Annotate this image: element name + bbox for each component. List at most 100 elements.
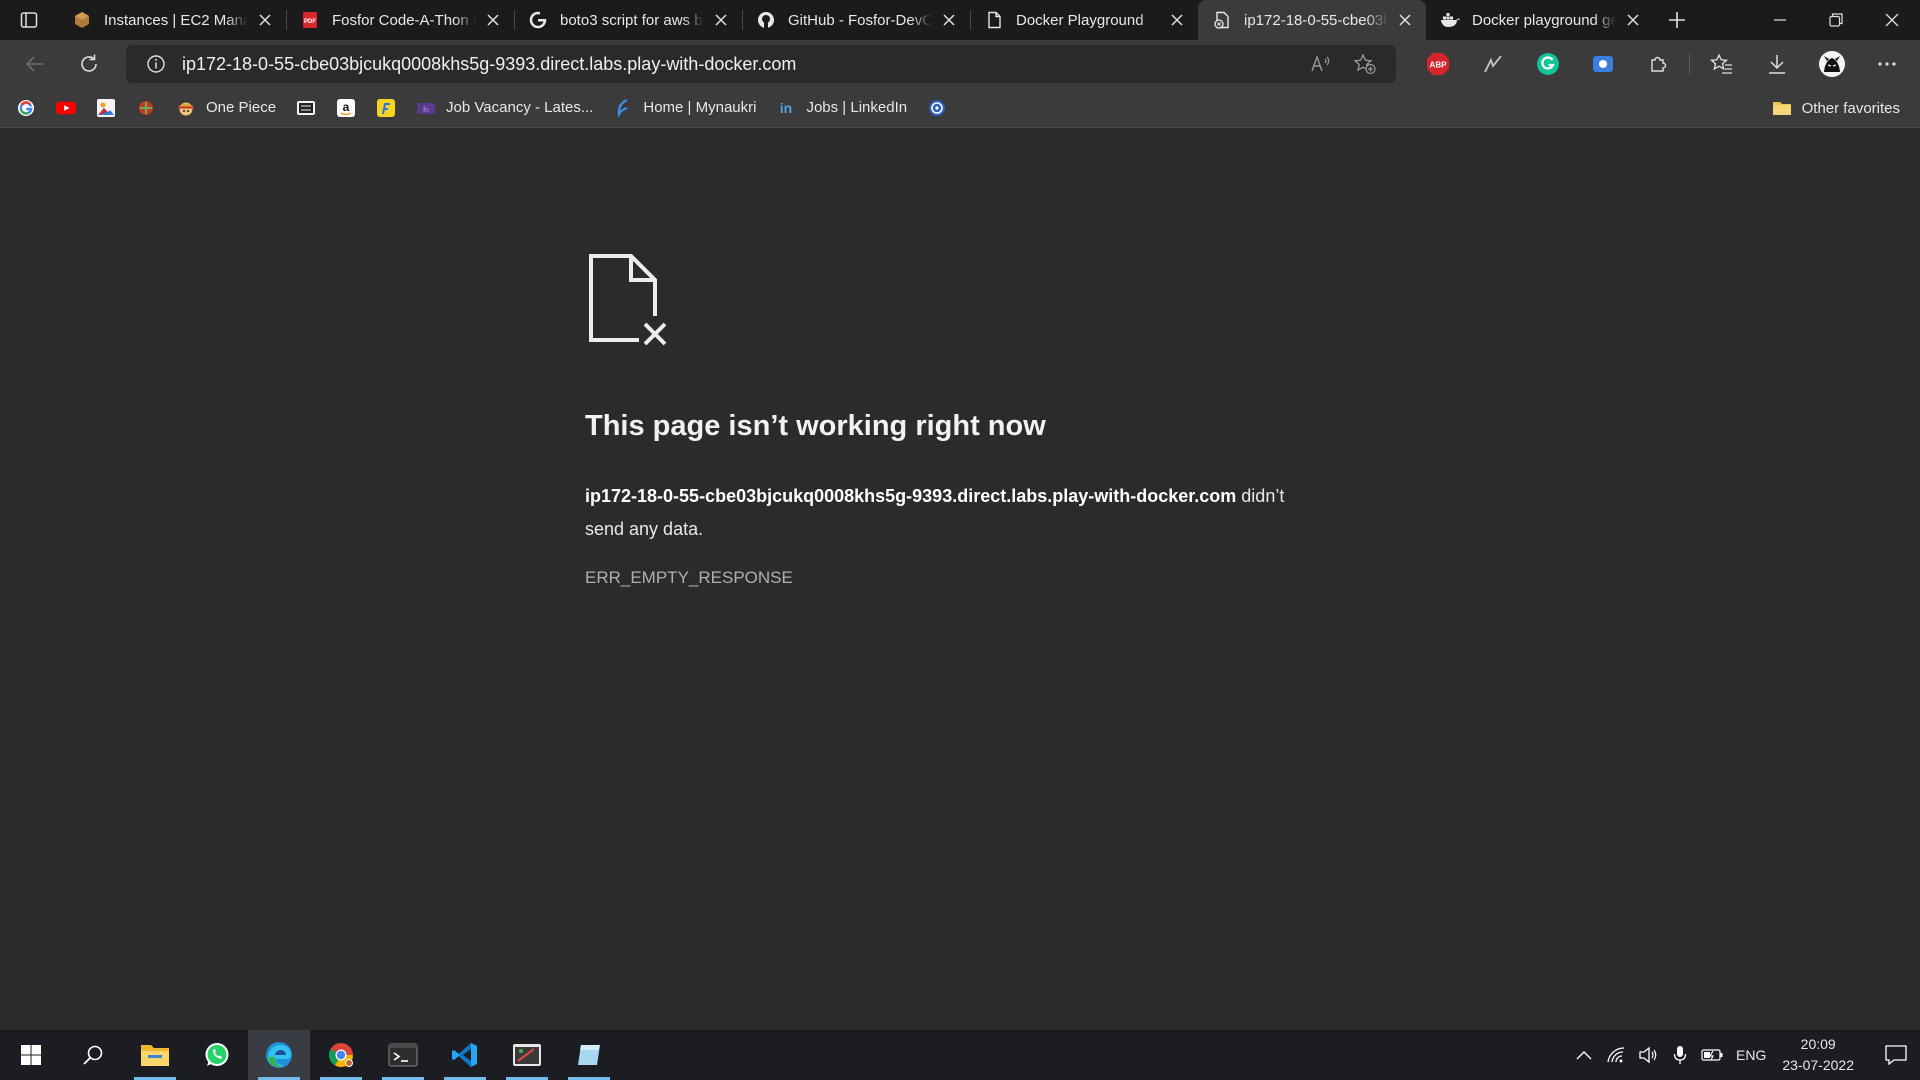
taskbar-terminal[interactable] (372, 1030, 434, 1080)
taskbar-edge[interactable] (248, 1030, 310, 1080)
edge-icon (266, 1042, 292, 1068)
close-icon[interactable] (938, 9, 960, 31)
site-icon (136, 98, 156, 118)
battery-button[interactable] (1696, 1030, 1728, 1080)
chrome-icon (328, 1043, 353, 1068)
clock-time: 20:09 (1800, 1036, 1836, 1052)
sticky-app-icon (578, 1045, 600, 1065)
address-bar[interactable]: ip172-18-0-55-cbe03bjcukq0008khs5g-9393.… (126, 45, 1396, 83)
tab-strip-spacer[interactable] (1700, 0, 1752, 40)
avatar (1818, 51, 1845, 77)
refresh-button[interactable] (66, 44, 112, 84)
close-icon[interactable] (254, 9, 276, 31)
info-icon (147, 55, 165, 73)
broken-page-icon (1212, 10, 1232, 30)
taskbar-snipping-tool[interactable] (496, 1030, 558, 1080)
svg-text:in: in (780, 100, 792, 116)
downloads-button[interactable] (1749, 44, 1804, 84)
taskbar-file-explorer[interactable] (124, 1030, 186, 1080)
favorite-youtube[interactable] (46, 93, 86, 123)
favorite-imdb[interactable] (286, 93, 326, 123)
microphone-button[interactable] (1664, 1030, 1696, 1080)
page-content: This page isn’t working right now ip172-… (0, 128, 1920, 1030)
favorite-job-vacancy[interactable]: fn Job Vacancy - Lates... (406, 93, 603, 123)
favorite-linkedin-jobs[interactable]: in Jobs | LinkedIn (766, 93, 917, 123)
read-aloud-button[interactable] (1302, 48, 1340, 80)
pen-extension[interactable] (1465, 44, 1520, 84)
favorite-mynaukri[interactable]: Home | Mynaukri (603, 93, 766, 123)
favorite-label: Jobs | LinkedIn (806, 99, 908, 116)
favorite-google[interactable] (16, 93, 46, 123)
other-favorites-label: Other favorites (1801, 99, 1900, 117)
taskbar-whatsapp[interactable] (186, 1030, 248, 1080)
screen-capture-extension[interactable] (1575, 44, 1630, 84)
favorite-one-piece[interactable]: One Piece (166, 93, 286, 123)
close-icon[interactable] (710, 9, 732, 31)
volume-button[interactable] (1632, 1030, 1664, 1080)
clock[interactable]: 20:09 23-07-2022 (1782, 1034, 1854, 1076)
tab-title: Instances | EC2 Management Console (104, 11, 248, 29)
wifi-icon (1607, 1047, 1625, 1063)
google-icon (528, 10, 548, 30)
tab-docker-playground[interactable]: Docker Playground (970, 0, 1198, 40)
close-icon[interactable] (1622, 9, 1644, 31)
new-tab-button[interactable] (1654, 0, 1700, 40)
snipping-tool-icon (513, 1044, 541, 1066)
extensions-button[interactable] (1630, 44, 1685, 84)
close-icon[interactable] (1394, 9, 1416, 31)
tab-active-page[interactable]: ip172-18-0-55-cbe03bjcukq0008khs5g (1198, 0, 1426, 40)
refresh-icon (81, 54, 97, 72)
search-button[interactable] (62, 1030, 124, 1080)
more-dots-icon (1877, 62, 1896, 66)
tab-ec2[interactable]: Instances | EC2 Management Console (58, 0, 286, 40)
favorite-site2[interactable] (917, 93, 957, 123)
screen-capture-icon (1592, 56, 1613, 72)
favorite-site[interactable] (126, 93, 166, 123)
add-favorite-button[interactable] (1346, 48, 1384, 80)
restore-icon (1829, 13, 1843, 27)
adblock-plus-extension[interactable]: ABP (1410, 44, 1465, 84)
start-button[interactable] (0, 1030, 62, 1080)
favorite-amazon[interactable]: a (326, 93, 366, 123)
taskbar-chrome[interactable] (310, 1030, 372, 1080)
tab-actions-button[interactable] (0, 0, 58, 40)
favorites-button[interactable] (1694, 44, 1749, 84)
docker-icon (1440, 10, 1460, 30)
close-icon[interactable] (482, 9, 504, 31)
close-icon[interactable] (1166, 9, 1188, 31)
tab-fosfor-pdf[interactable]: PDF Fosfor Code-A-Thon Details (286, 0, 514, 40)
minimize-icon (1774, 19, 1786, 21)
back-button[interactable] (12, 44, 58, 84)
download-icon (1768, 55, 1785, 74)
one-piece-icon (176, 98, 196, 118)
restore-button[interactable] (1808, 0, 1864, 40)
close-window-button[interactable] (1864, 0, 1920, 40)
folder-icon (1772, 98, 1792, 118)
show-hidden-icons-button[interactable] (1568, 1030, 1600, 1080)
whatsapp-icon (205, 1043, 229, 1066)
favorite-label: Job Vacancy - Lates... (446, 99, 594, 116)
error-host: ip172-18-0-55-cbe03bjcukq0008khs5g-9393.… (585, 486, 1237, 506)
system-tray: ENG 20:09 23-07-2022 (1568, 1030, 1920, 1080)
other-favorites-folder[interactable]: Other favorites (1762, 93, 1910, 123)
tab-github[interactable]: GitHub - Fosfor-DevOps (742, 0, 970, 40)
google-icon (16, 98, 36, 118)
profile-button[interactable] (1804, 44, 1859, 84)
minimize-button[interactable] (1752, 0, 1808, 40)
grammarly-extension[interactable] (1520, 44, 1575, 84)
favorite-photos[interactable] (86, 93, 126, 123)
notification-center-button[interactable] (1872, 1030, 1920, 1080)
settings-more-button[interactable] (1859, 44, 1914, 84)
windows-icon (21, 1045, 41, 1065)
favorite-flipkart[interactable] (366, 93, 406, 123)
flipkart-icon (376, 98, 396, 118)
site-info-button[interactable] (136, 54, 176, 74)
input-language[interactable]: ENG (1736, 1047, 1766, 1063)
taskbar-sticky-app[interactable] (558, 1030, 620, 1080)
network-button[interactable] (1600, 1030, 1632, 1080)
tab-boto3[interactable]: boto3 script for aws bucket (514, 0, 742, 40)
tab-docker-get-started[interactable]: Docker playground get started (1426, 0, 1654, 40)
svg-text:PDF: PDF (304, 19, 316, 25)
url-text[interactable]: ip172-18-0-55-cbe03bjcukq0008khs5g-9393.… (182, 54, 1302, 75)
taskbar-vscode[interactable] (434, 1030, 496, 1080)
